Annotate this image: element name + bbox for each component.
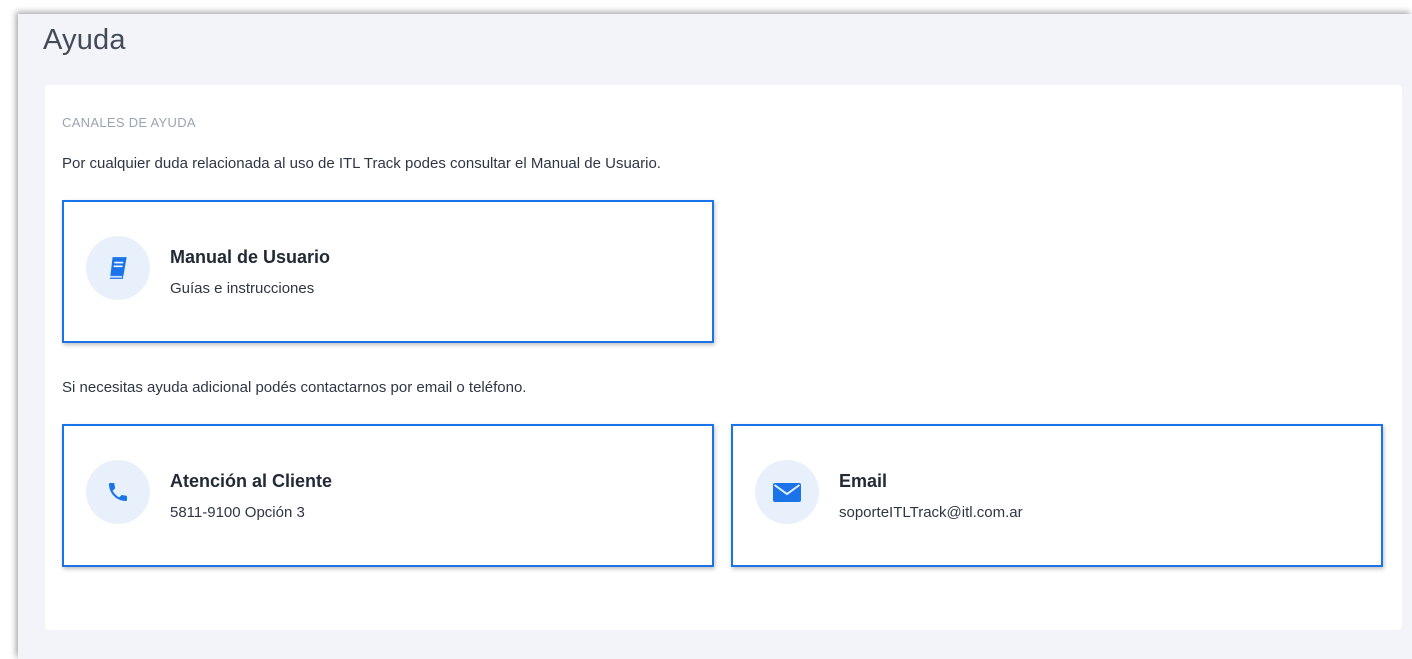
manual-de-usuario-tile[interactable]: Manual de Usuario Guías e instrucciones [62, 200, 714, 343]
extra-help-text: Si necesitas ayuda adicional podés conta… [62, 379, 527, 396]
tile-subtitle: Guías e instrucciones [170, 280, 315, 297]
atencion-al-cliente-tile[interactable]: Atención al Cliente 5811-9100 Opción 3 [62, 424, 714, 567]
phone-icon [86, 460, 150, 524]
email-tile[interactable]: Email soporteITLTrack@itl.com.ar [731, 424, 1383, 567]
tile-subtitle: soporteITLTrack@itl.com.ar [839, 504, 1023, 521]
help-channels-card: CANALES DE AYUDA Por cualquier duda rela… [45, 85, 1402, 630]
section-label: CANALES DE AYUDA [62, 115, 196, 130]
intro-text: Por cualquier duda relacionada al uso de… [62, 155, 661, 172]
help-page: Ayuda CANALES DE AYUDA Por cualquier dud… [18, 14, 1412, 659]
page-title: Ayuda [43, 24, 126, 56]
envelope-icon [755, 460, 819, 524]
tile-title: Email [839, 471, 888, 491]
tile-title: Manual de Usuario [170, 247, 331, 267]
book-icon [86, 236, 150, 300]
tile-subtitle: 5811-9100 Opción 3 [170, 504, 305, 521]
tile-title: Atención al Cliente [170, 471, 333, 491]
